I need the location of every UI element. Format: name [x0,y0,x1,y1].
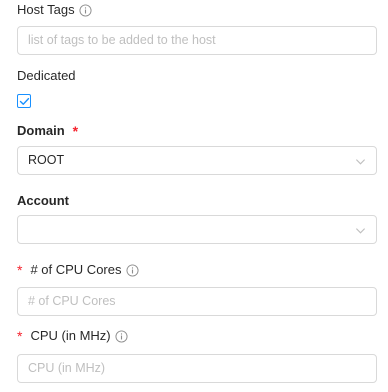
domain-label-row: Domain * [17,122,78,140]
cpu-cores-label: # of CPU Cores [30,262,122,277]
domain-value: ROOT [28,153,65,167]
chevron-down-icon [355,228,366,234]
chevron-down-icon [355,159,366,165]
host-tags-label: Host Tags [17,2,75,17]
required-marker: * [72,123,79,139]
account-label: Account [17,193,69,208]
dedicated-label: Dedicated [17,68,76,83]
domain-select[interactable]: ROOT [17,146,377,175]
info-icon[interactable] [115,329,128,343]
info-icon[interactable] [79,3,92,17]
required-marker: * [17,262,23,278]
cpu-mhz-label: CPU (in MHz) [30,328,111,343]
cpu-cores-placeholder: # of CPU Cores [28,294,116,308]
add-host-form: Host Tags list of tags to be added to th… [0,0,388,392]
cpu-mhz-label-row: * CPU (in MHz) [17,327,128,345]
host-tags-placeholder: list of tags to be added to the host [28,33,216,47]
domain-label: Domain [17,123,65,138]
cpu-mhz-input[interactable]: CPU (in MHz) [17,354,377,383]
dedicated-checkbox[interactable] [17,94,31,108]
host-tags-input[interactable]: list of tags to be added to the host [17,26,377,55]
cpu-cores-input[interactable]: # of CPU Cores [17,287,377,316]
required-marker: * [17,328,23,344]
cpu-mhz-placeholder: CPU (in MHz) [28,361,106,375]
account-select[interactable] [17,215,377,244]
checkmark-icon [19,97,30,105]
info-icon[interactable] [125,263,139,277]
cpu-cores-label-row: * # of CPU Cores [17,261,139,279]
host-tags-label-row: Host Tags [17,1,92,19]
